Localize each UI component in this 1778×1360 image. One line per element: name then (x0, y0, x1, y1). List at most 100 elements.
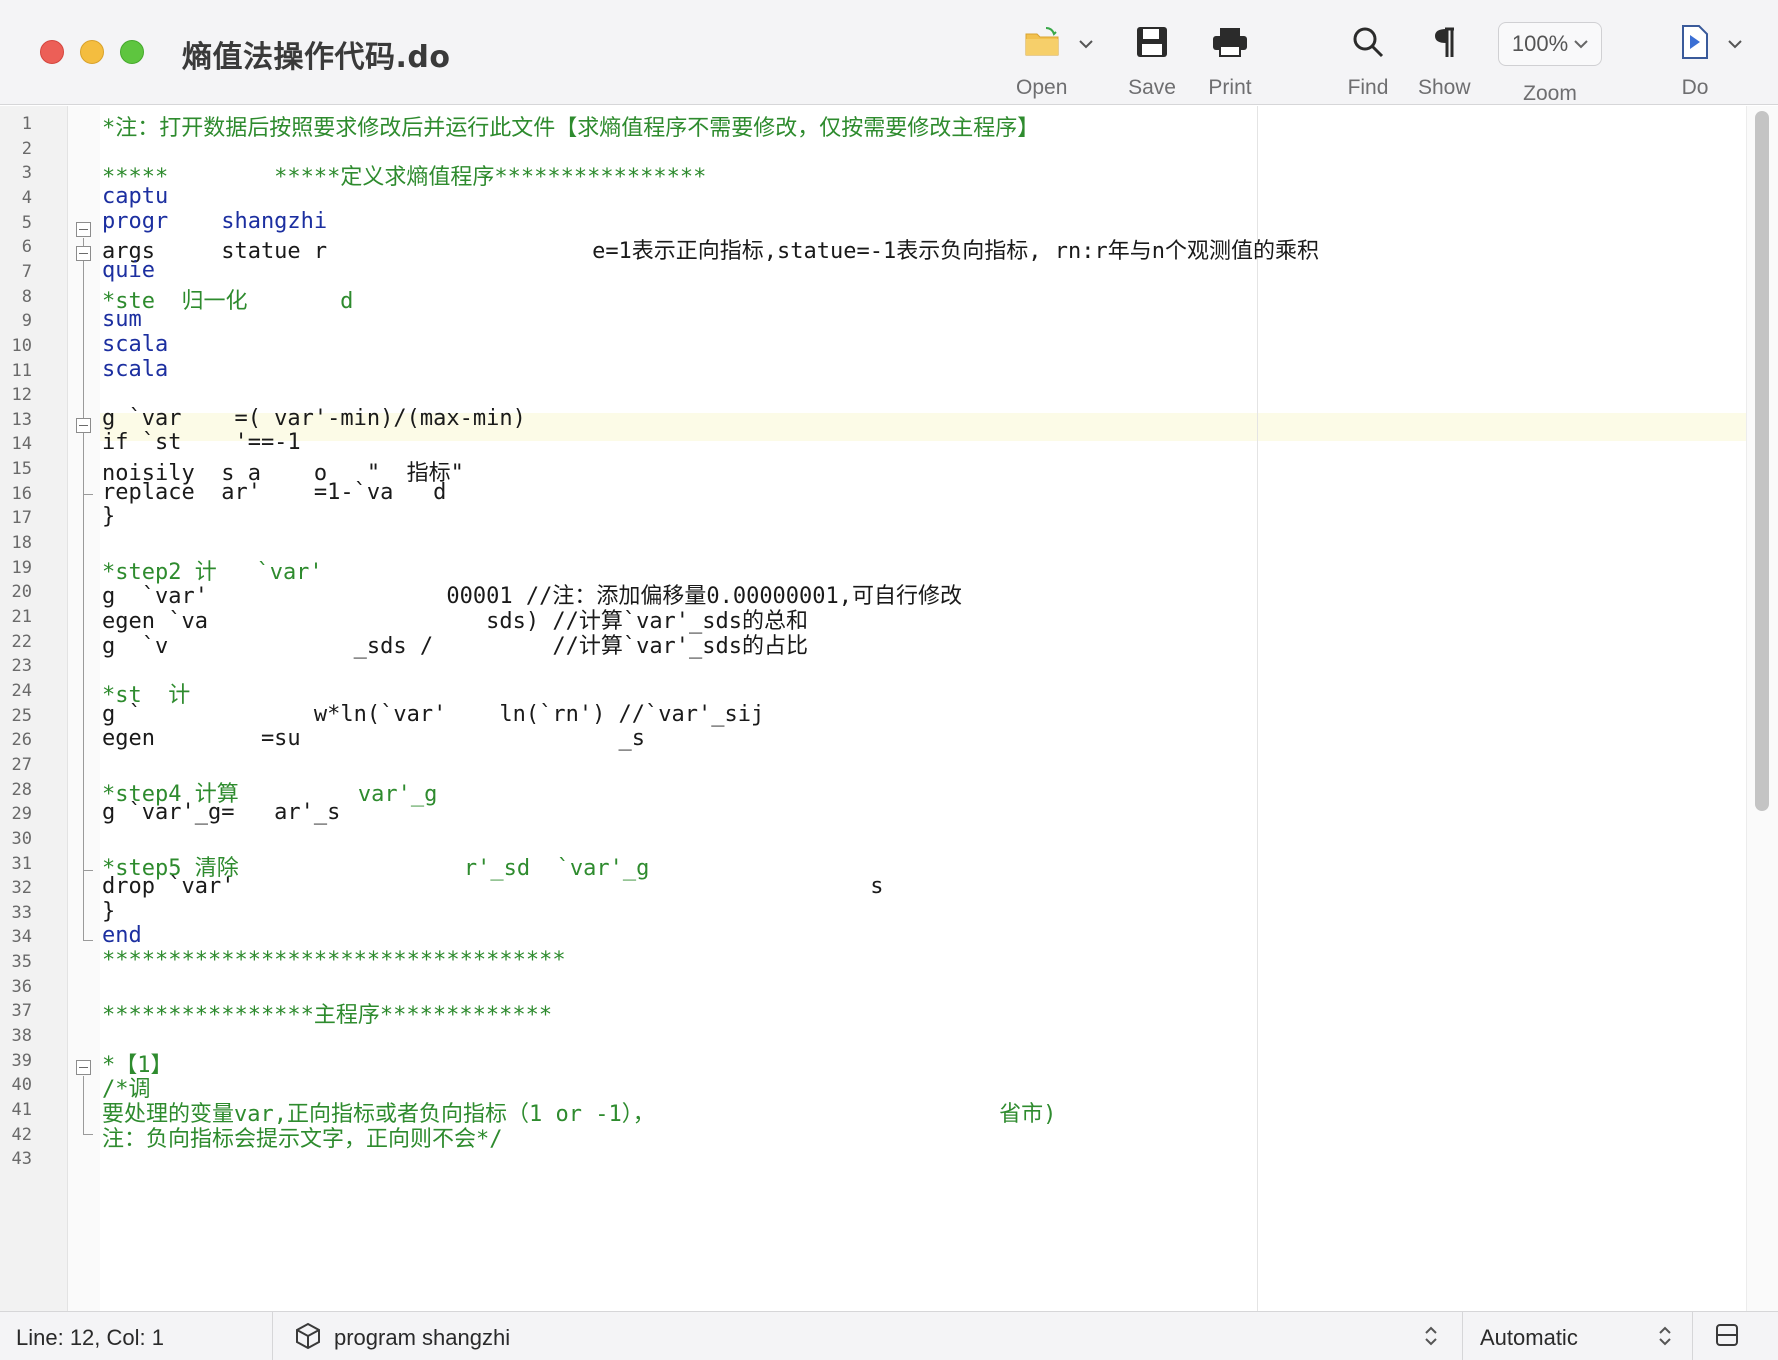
open-recent-chevron-icon[interactable] (1074, 34, 1098, 54)
code-line[interactable]: captu (102, 184, 168, 209)
split-view-icon[interactable] (1716, 1324, 1738, 1352)
show-invisibles-button[interactable]: Show (1418, 18, 1471, 100)
scope-selector[interactable]: program shangzhi (334, 1325, 510, 1351)
line-number: 4 (21, 187, 32, 208)
line-number: 22 (11, 631, 32, 652)
cube-icon (294, 1322, 322, 1356)
code-line[interactable]: 注：负向指标会提示文字，正向则不会*/ (102, 1121, 503, 1153)
line-number: 2 (21, 138, 32, 159)
zoom-control[interactable]: 100% Zoom (1498, 20, 1602, 106)
line-number: 20 (11, 582, 32, 603)
wrap-guide (1257, 106, 1258, 1311)
close-window-button[interactable] (40, 40, 64, 64)
line-number: 11 (11, 360, 32, 381)
scrollbar-thumb[interactable] (1755, 111, 1769, 811)
code-line[interactable]: drop `var' s (102, 874, 883, 899)
cursor-position: Line: 12, Col: 1 (16, 1325, 164, 1350)
line-number: 23 (11, 656, 32, 677)
line-number: 21 (11, 607, 32, 627)
run-document-icon (1671, 18, 1719, 66)
find-button[interactable]: Find (1344, 18, 1392, 100)
code-line[interactable]: scala (102, 357, 168, 382)
code-line[interactable]: sum (102, 307, 142, 332)
line-number: 43 (11, 1149, 32, 1170)
printer-icon (1206, 18, 1254, 66)
fold-toggle-if[interactable] (76, 418, 91, 433)
print-button[interactable]: Print (1206, 18, 1254, 100)
line-number: 10 (11, 335, 32, 356)
line-number: 1 (21, 114, 32, 134)
fold-end-program (83, 940, 93, 941)
code-line[interactable]: *注：打开数据后按照要求修改后并运行此文件【求熵值程序不需要修改，仅按需要修改主… (102, 110, 1039, 142)
fold-toggle-program[interactable] (76, 222, 91, 237)
line-number: 27 (11, 754, 32, 775)
line-number: 41 (11, 1100, 32, 1120)
line-number: 38 (11, 1026, 32, 1047)
code-line[interactable]: } (102, 504, 115, 529)
line-number: 15 (11, 459, 32, 480)
fold-column (68, 106, 100, 1311)
line-number: 14 (11, 434, 32, 455)
code-line[interactable]: if `st '==-1 (102, 430, 301, 455)
line-number: 37 (11, 1001, 32, 1022)
line-number: 7 (21, 261, 32, 282)
code-line[interactable]: egen =su _s (102, 726, 645, 751)
do-button[interactable]: Do (1671, 18, 1719, 100)
line-number: 42 (11, 1124, 32, 1145)
zoom-window-button[interactable] (120, 40, 144, 64)
line-number: 6 (21, 237, 32, 258)
document-title: 熵值法操作代码.do (182, 40, 451, 75)
code-line[interactable]: ****************主程序************* (102, 997, 552, 1029)
encoding-selector[interactable]: Automatic (1480, 1325, 1578, 1351)
fold-end-if (83, 494, 93, 495)
code-line[interactable]: g `v _sds / //计算`var'_sds的占比 (102, 628, 808, 660)
line-number: 33 (11, 902, 32, 923)
code-editor[interactable]: 1 2 3 4 5 6 7 8 9 10 11 12 13 14 15 16 17 18 19 20 21 22 23 24 2… (0, 106, 1778, 1311)
do-options-chevron-icon[interactable] (1723, 34, 1747, 54)
code-line[interactable]: g `var'_g= ar'_s (102, 800, 340, 825)
line-number: 28 (11, 779, 32, 800)
code-line[interactable]: end (102, 923, 142, 948)
encoding-updown-icon[interactable] (1658, 1324, 1672, 1354)
line-number: 18 (11, 533, 32, 554)
code-line[interactable]: args statue r e=1表示正向指标,statue=-1表示负向指标,… (102, 233, 1319, 265)
line-number: 39 (11, 1050, 32, 1071)
line-number: 40 (11, 1075, 32, 1096)
code-line[interactable]: } (102, 899, 115, 924)
chevron-down-icon (1574, 39, 1588, 48)
code-line[interactable]: replace ar' =1-`va d (102, 480, 446, 505)
code-line[interactable]: ***** *****定义求熵值程序**************** (102, 159, 706, 191)
fold-toggle-quietly[interactable] (76, 246, 91, 261)
fold-toggle-comment[interactable] (76, 1060, 91, 1075)
line-number: 29 (11, 804, 32, 825)
title-bar: 熵值法操作代码.do Open Save Print Find Show 100… (0, 0, 1778, 105)
scope-updown-icon[interactable] (1424, 1324, 1438, 1354)
code-line[interactable]: scala (102, 332, 168, 357)
status-bar: Line: 12, Col: 1 program shangzhi Automa… (0, 1311, 1778, 1360)
line-number: 16 (11, 483, 32, 504)
line-number: 5 (21, 212, 32, 233)
line-number: 32 (11, 878, 32, 899)
search-icon (1344, 18, 1392, 66)
fold-guide-comment (83, 1076, 84, 1134)
status-divider (272, 1312, 273, 1360)
line-number: 26 (11, 730, 32, 751)
line-number: 13 (11, 409, 32, 430)
save-button[interactable]: Save (1128, 18, 1176, 100)
line-number: 36 (11, 976, 32, 997)
line-number: 9 (21, 311, 32, 332)
code-line[interactable]: *********************************** (102, 948, 566, 973)
code-line[interactable]: progr shangzhi (102, 209, 327, 234)
fold-end-quietly (83, 870, 93, 871)
code-line[interactable]: g ` w*ln(`var' ln(`rn') //`var'_sij (102, 702, 764, 727)
line-number: 31 (11, 853, 32, 874)
line-number: 34 (11, 927, 32, 948)
line-number: 17 (11, 508, 32, 529)
code-line[interactable]: g `var =( var'-min)/(max-min) (102, 406, 526, 431)
code-line[interactable]: quie (102, 258, 155, 283)
zoom-select[interactable]: 100% (1498, 22, 1602, 66)
open-button[interactable]: Open (1016, 18, 1067, 100)
line-number: 35 (11, 952, 32, 973)
line-number: 19 (11, 557, 32, 578)
minimize-window-button[interactable] (80, 40, 104, 64)
